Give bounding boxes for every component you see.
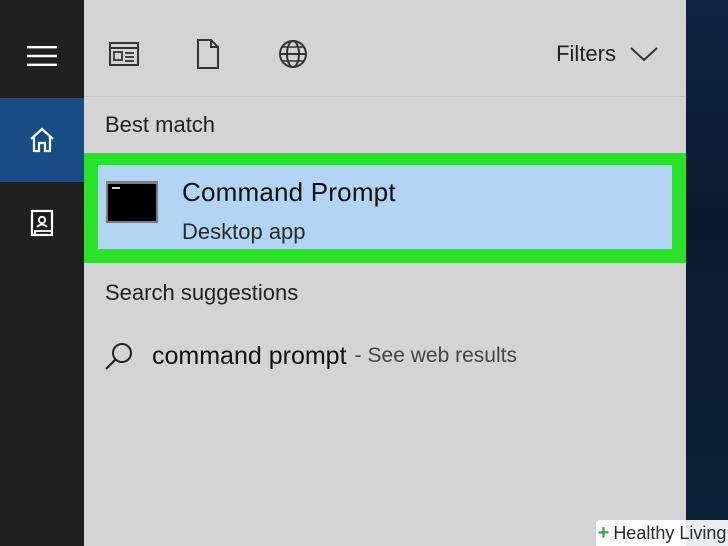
search-icon (105, 343, 132, 370)
result-title: Command Prompt (182, 177, 396, 207)
search-panel: Filters Best match Command Prompt Deskto… (84, 0, 686, 546)
watermark-plus-icon: + (597, 521, 610, 544)
suggestion-item[interactable]: command prompt - See web results (104, 336, 664, 376)
documents-filter-button[interactable] (190, 36, 226, 72)
suggestion-separator: - (354, 344, 362, 367)
command-prompt-result[interactable]: Command Prompt Desktop app (98, 165, 672, 249)
suggestion-query: command prompt (152, 341, 347, 370)
apps-filter-button[interactable] (106, 36, 142, 72)
filters-label: Filters (556, 41, 616, 66)
documents-icon (197, 39, 219, 69)
watermark: + Healthy Living (596, 520, 728, 546)
home-button[interactable] (0, 98, 84, 182)
apps-icon (109, 42, 139, 66)
web-filter-button[interactable] (275, 36, 311, 72)
desktop-background (686, 0, 728, 546)
search-suggestions-heading: Search suggestions (105, 280, 299, 305)
hamburger-menu-button[interactable] (0, 14, 84, 98)
notebook-icon (30, 209, 54, 237)
suggestion-extra: See web results (367, 344, 517, 367)
home-icon (30, 127, 54, 153)
left-rail (0, 0, 84, 546)
web-icon (279, 40, 307, 68)
result-subtitle: Desktop app (182, 219, 306, 244)
search-toolbar: Filters (84, 0, 686, 97)
hamburger-menu-icon (27, 46, 57, 66)
filters-dropdown[interactable]: Filters (556, 38, 658, 70)
watermark-text: Healthy Living (613, 522, 727, 543)
command-prompt-icon (106, 181, 158, 223)
best-match-highlight: Command Prompt Desktop app (84, 153, 686, 263)
chevron-down-icon (630, 47, 658, 62)
notebook-button[interactable] (0, 182, 84, 266)
best-match-heading: Best match (105, 112, 216, 137)
